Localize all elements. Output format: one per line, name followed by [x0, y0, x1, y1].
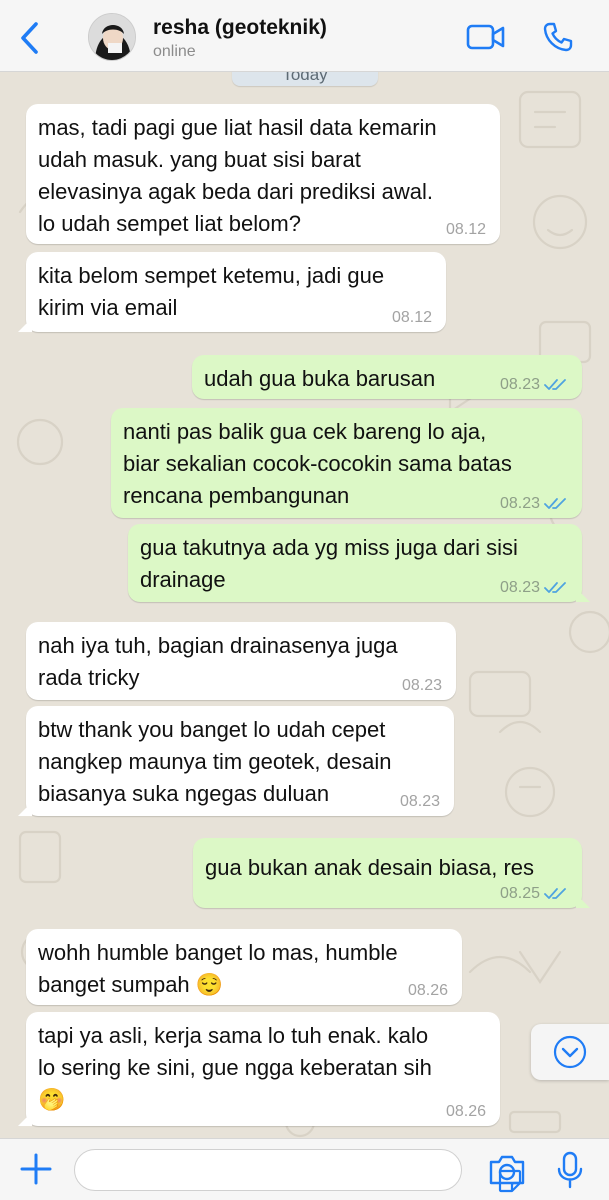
video-call-button[interactable] — [466, 20, 506, 54]
message-time: 08.26 — [445, 1103, 486, 1120]
voice-call-button[interactable] — [538, 20, 578, 54]
message-time: 08.23 — [499, 495, 540, 512]
message-time: 08.23 — [399, 793, 440, 810]
message-time: 08.25 — [499, 885, 540, 902]
chevron-down-circle-icon — [553, 1035, 587, 1069]
bubble-tail — [18, 1112, 32, 1126]
message-bubble-incoming[interactable]: wohh humble banget lo mas, humble banget… — [26, 929, 462, 1005]
plus-icon[interactable] — [18, 1151, 54, 1187]
phone-icon — [543, 22, 573, 52]
chevron-left-icon — [21, 22, 38, 54]
video-camera-icon — [466, 24, 505, 50]
message-time: 08.12 — [391, 309, 432, 326]
message-time: 08.23 — [499, 579, 540, 596]
read-receipt-icon — [544, 888, 566, 899]
chat-header: resha (geoteknik) online — [0, 0, 609, 72]
scroll-to-bottom-button[interactable] — [531, 1024, 609, 1080]
message-bubble-outgoing[interactable]: gua takutnya ada yg miss juga dari sisi … — [128, 524, 590, 602]
contact-status: online — [153, 43, 196, 60]
avatar[interactable] — [88, 13, 136, 61]
read-receipt-icon — [544, 498, 566, 509]
read-receipt-icon — [544, 582, 566, 593]
bubble-tail — [576, 894, 590, 908]
message-bubble-outgoing[interactable]: gua bukan anak desain biasa, res 08.25 — [193, 838, 590, 908]
contact-name[interactable]: resha (geoteknik) — [153, 16, 327, 40]
message-text: gua bukan anak desain biasa, res — [205, 855, 535, 880]
back-button[interactable] — [14, 18, 44, 58]
message-bubble-incoming[interactable]: kita belom sempet ketemu, jadi gue kirim… — [18, 252, 446, 332]
message-text: nah iya tuh, bagian drainasenya juga rad… — [38, 633, 398, 690]
camera-icon[interactable] — [488, 1153, 526, 1187]
day-separator: Today — [232, 72, 378, 86]
message-bubble-outgoing[interactable]: nanti pas balik gua cek bareng lo aja, b… — [111, 408, 582, 518]
read-receipt-icon — [544, 379, 566, 390]
message-text: tapi ya asli, kerja sama lo tuh enak. ka… — [38, 1023, 432, 1112]
message-bubble-incoming[interactable]: nah iya tuh, bagian drainasenya juga rad… — [26, 622, 456, 700]
bubble-tail — [576, 588, 590, 602]
bubble-tail — [18, 802, 32, 816]
message-time: 08.12 — [445, 221, 486, 238]
message-bubble-incoming[interactable]: mas, tadi pagi gue liat hasil data kemar… — [26, 104, 500, 244]
message-bubble-outgoing[interactable]: udah gua buka barusan 08.23 — [192, 355, 582, 399]
message-text: mas, tadi pagi gue liat hasil data kemar… — [38, 115, 437, 236]
bubble-tail — [18, 318, 32, 332]
message-bubble-incoming[interactable]: btw thank you banget lo udah cepet nangk… — [18, 706, 454, 816]
message-bubble-incoming[interactable]: tapi ya asli, kerja sama lo tuh enak. ka… — [18, 1012, 500, 1126]
microphone-icon[interactable] — [556, 1151, 584, 1189]
message-list[interactable]: Today mas, tadi pagi gue liat hasil data… — [0, 72, 609, 1138]
message-time: 08.23 — [499, 376, 540, 393]
message-text: btw thank you banget lo udah cepet nangk… — [38, 717, 392, 806]
message-input[interactable] — [74, 1149, 522, 1193]
message-text: wohh humble banget lo mas, humble banget… — [38, 940, 398, 997]
message-time: 08.26 — [407, 982, 448, 999]
message-time: 08.23 — [401, 677, 442, 694]
composer-bar — [0, 1138, 609, 1200]
message-text: kita belom sempet ketemu, jadi gue kirim… — [38, 263, 385, 320]
